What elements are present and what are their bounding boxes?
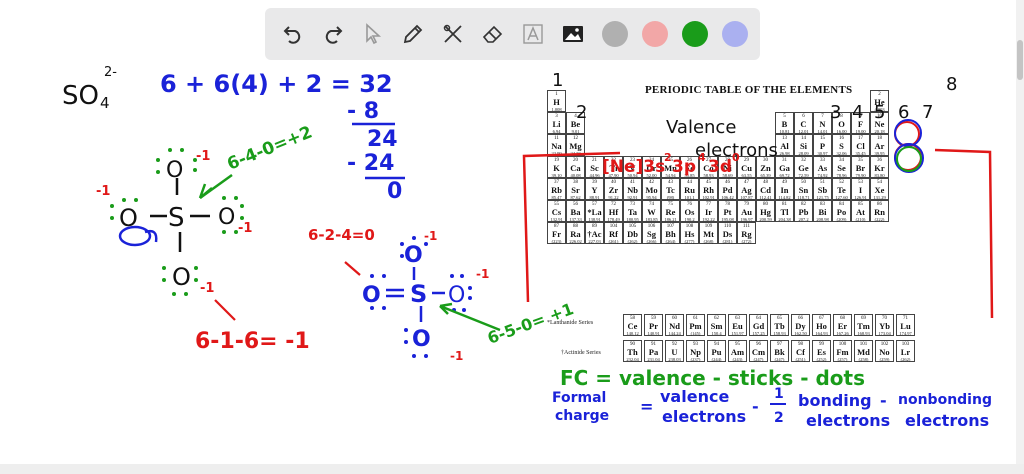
fc-charge: charge [555,408,609,424]
atom-o-right: O [218,205,235,230]
svg-text:=: = [640,397,653,416]
charge-o2-right: -1 [476,267,489,281]
config-sup-3: 0 [732,151,740,164]
fc-calc-o-bottom: 6-1-6= -1 [195,329,310,354]
result-0: 0 [387,179,402,204]
fc-bonding-electrons: electrons [806,411,890,430]
fc-valence: valence [660,387,729,406]
atom-o-top: O [166,158,183,183]
charge-o-left: -1 [96,184,110,199]
fc-formal: Formal [552,390,606,406]
group-label-4: 4 [852,102,863,123]
config-d: 3d [708,157,732,177]
formula-charge: 2- [104,65,117,80]
config-sup-1: 2 [664,151,672,164]
fc-bonding: bonding [798,391,872,410]
horizontal-scrollbar[interactable] [0,464,1024,474]
fc-half-num: 1 [774,386,784,402]
group-label-1: 1 [552,70,563,91]
atom-s-center: S [168,203,185,233]
whiteboard-canvas[interactable]: SO 4 2- 6 + 6(4) + 2 = 32 - 8 24 - 24 0 … [0,0,1024,474]
atom-o-bottom: O [172,263,191,291]
fc-nonbonding-electrons: electrons [905,411,989,430]
fc-calc-s-right: 6-5-0= +1 [485,299,576,348]
svg-text:-: - [880,391,887,410]
charge-o-right: -1 [238,221,252,236]
fc-calc-s-left: 6-4-0=+2 [224,122,315,174]
scrollbar-thumb[interactable] [1017,40,1023,80]
charge-o-bottom: -1 [200,281,214,296]
charge-o2-bottom: -1 [450,349,463,363]
group-label-5: 5 [874,102,885,123]
config-core: [Ne]3s [602,157,665,177]
bracket-right [934,148,994,319]
atom-o2-top: O [404,243,423,268]
valence-label-1: Valence [666,117,736,138]
group-label-3: 3 [830,102,841,123]
atom-o2-bottom: O [412,327,431,352]
vertical-scrollbar[interactable] [1016,0,1024,474]
group-label-7: 7 [922,102,933,123]
subtract-8: - 8 [347,99,379,124]
result-24: 24 [367,127,398,152]
electron-count: 6 + 6(4) + 2 = 32 [160,70,393,98]
config-sup-2: 4 [698,151,706,164]
formula-subscript: 4 [100,94,110,112]
svg-text:-: - [752,397,759,416]
atom-o2-left: O [362,283,381,308]
atom-s2-center: S [410,280,427,308]
subtract-24: - 24 [347,151,394,176]
fc-half-den: 2 [774,410,784,426]
fc-nonbonding: nonbonding [898,392,992,408]
fc-calc-o-right: 6-2-4=0 [308,226,375,244]
charge-o2-top: -1 [424,229,437,243]
formula-so4: SO [62,81,99,111]
config-p: 3p [672,157,696,177]
charge-o-top: -1 [196,149,210,164]
group-label-2: 2 [576,102,587,123]
group-label-8: 8 [946,74,957,95]
fc-valence-electrons: electrons [662,407,746,426]
